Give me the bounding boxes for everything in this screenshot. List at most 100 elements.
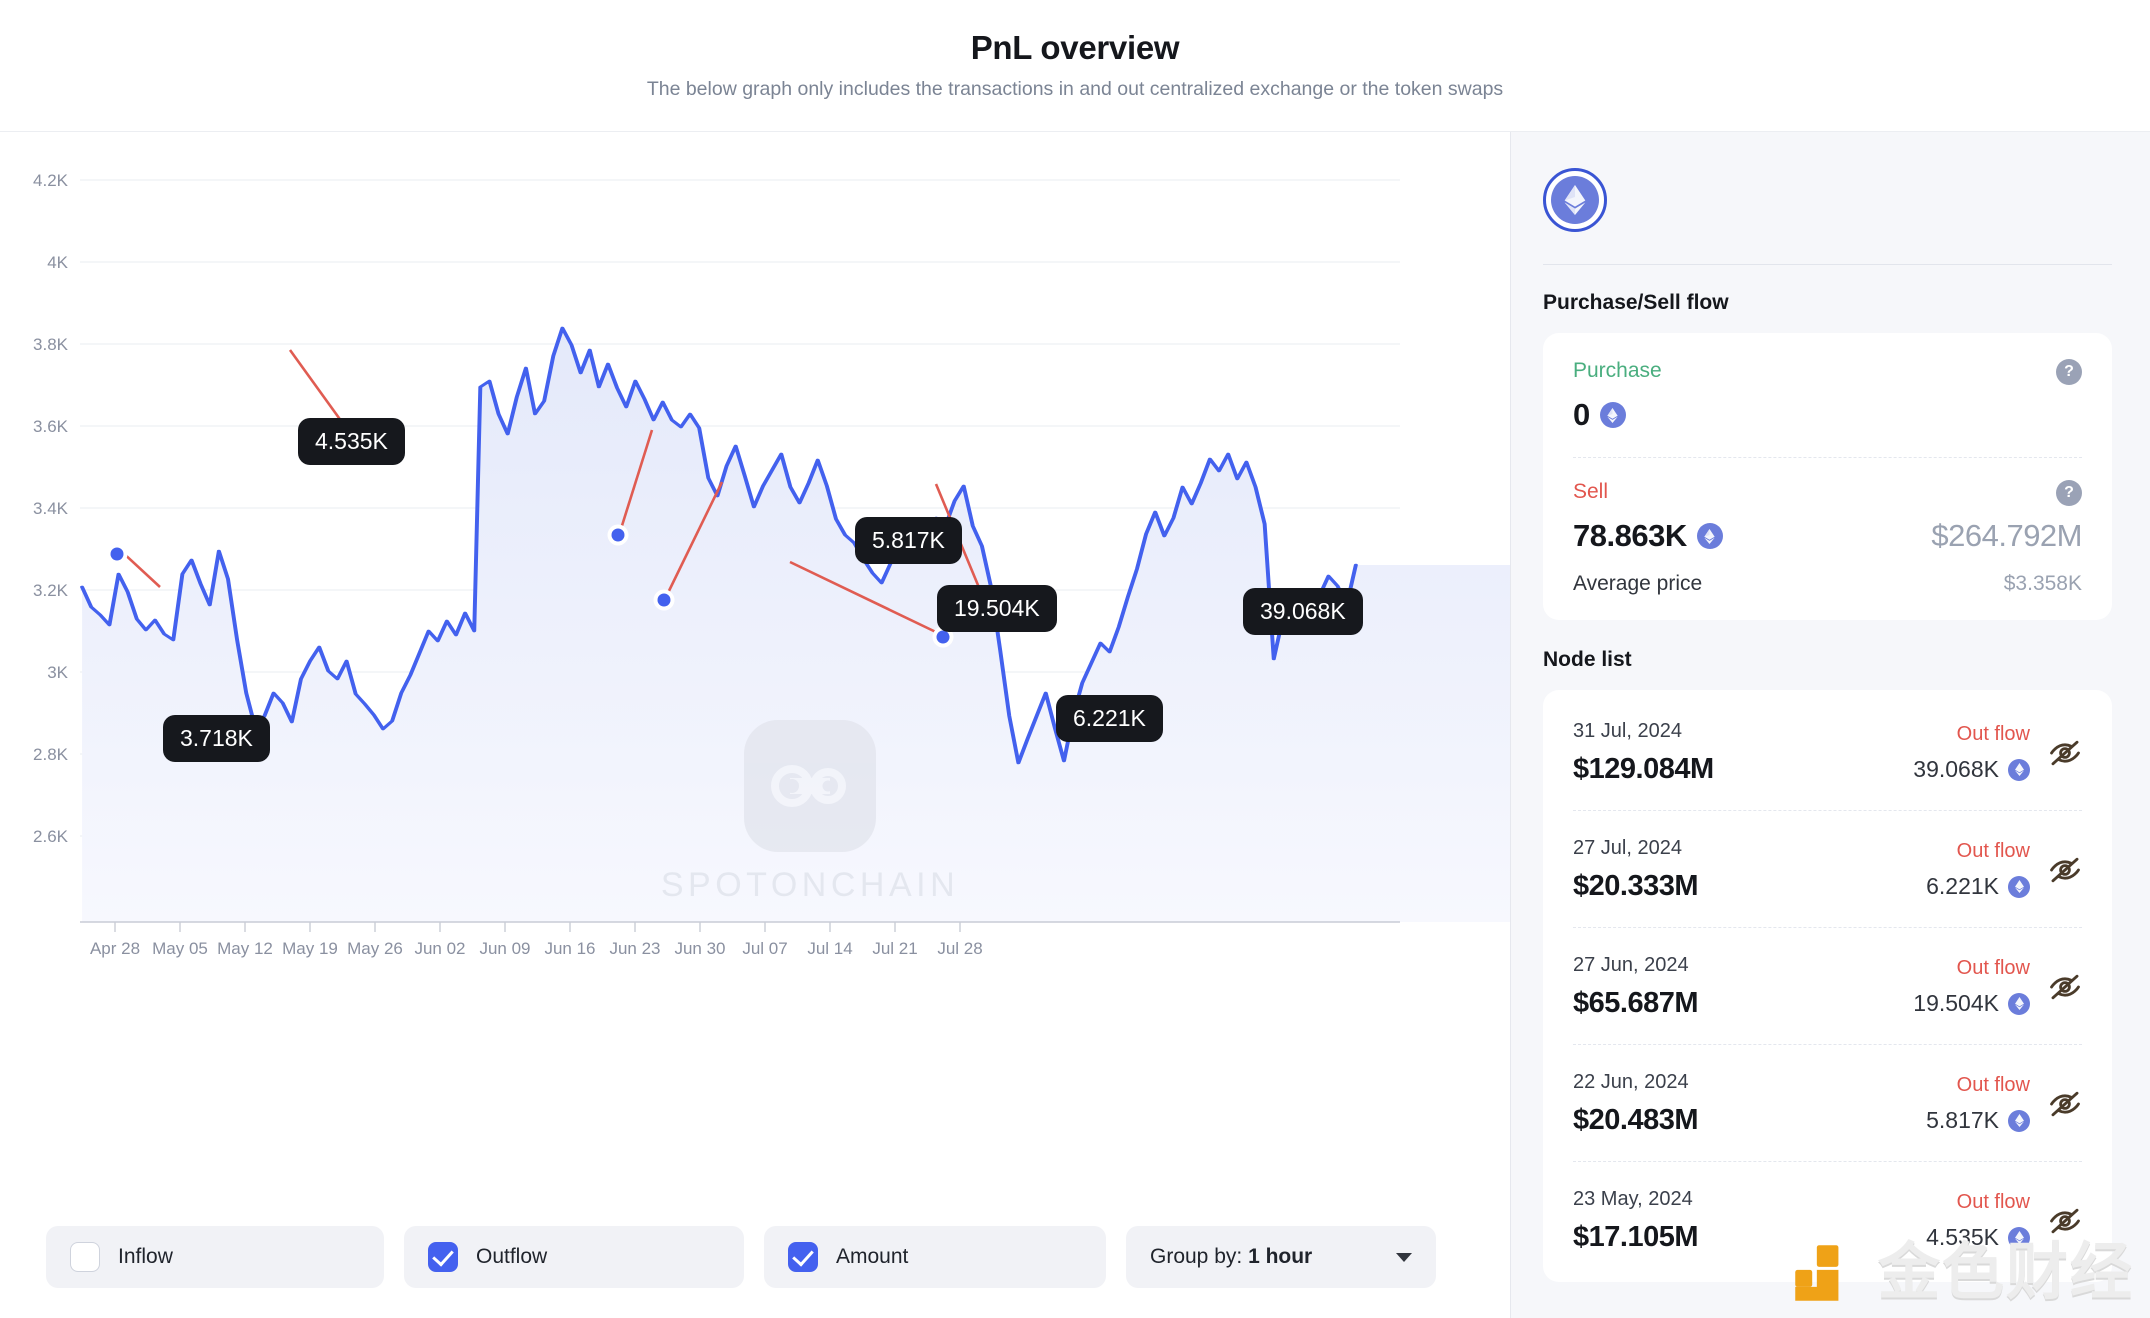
svg-text:3.4K: 3.4K [33,499,69,518]
svg-text:Jun 30: Jun 30 [674,939,725,958]
toggle-amount[interactable]: Amount [764,1226,1106,1288]
node-flow-type: Out flow [1956,723,2030,745]
average-price-label: Average price [1573,572,1703,595]
chart-annotation-tooltip-6221k[interactable]: 6.221K [1056,695,1163,742]
chart-annotation-tooltip-4535k[interactable]: 4.535K [298,418,405,465]
list-item[interactable]: 22 Jun, 2024 $20.483M Out flow 5.817K [1573,1045,2082,1162]
page-header: PnL overview The below graph only includ… [0,0,2150,132]
page-subtitle: The below graph only includes the transa… [646,78,1504,101]
panel-divider [1543,264,2112,265]
svg-text:2.8K: 2.8K [33,745,69,764]
node-usd: $20.333M [1573,870,1699,902]
svg-text:Jul 07: Jul 07 [742,939,787,958]
node-date: 27 Jul, 2024 [1573,837,1682,859]
sell-usd: $264.792M [1931,518,2082,553]
card-divider [1573,457,2082,458]
ethereum-icon [2008,1109,2030,1132]
chart-annotation-tooltip-5817k[interactable]: 5.817K [855,517,962,564]
ethereum-icon [2008,992,2030,1015]
node-eth-amount: 19.504K [1913,990,1999,1016]
list-item[interactable]: 27 Jun, 2024 $65.687M Out flow 19.504K [1573,928,2082,1045]
purchase-label: Purchase [1573,359,1662,382]
ethereum-icon [2008,875,2030,898]
node-eth-amount: 39.068K [1913,756,1999,782]
svg-text:May 19: May 19 [282,939,338,958]
amount-checkbox[interactable] [788,1242,818,1272]
purchase-sell-flow-card: Purchase ? 0 Sell ? 78.863K $264.792M Av… [1543,333,2112,620]
node-date: 22 Jun, 2024 [1573,1071,1689,1093]
side-panel: Purchase/Sell flow Purchase ? 0 Sell ? 7… [1510,132,2150,1318]
node-date: 27 Jun, 2024 [1573,954,1689,976]
svg-text:Jul 21: Jul 21 [872,939,917,958]
node-date: 23 May, 2024 [1573,1188,1693,1210]
sell-help-icon[interactable]: ? [2056,480,2082,506]
node-list: 31 Jul, 2024 $129.084M Out flow 39.068K [1543,690,2112,1282]
chart-annotation-tooltip-3718k[interactable]: 3.718K [163,715,270,762]
chevron-down-icon[interactable] [1396,1252,1412,1262]
node-eth-amount: 5.817K [1926,1107,1999,1133]
svg-text:3.8K: 3.8K [33,335,69,354]
purchase-sell-flow-title: Purchase/Sell flow [1543,291,1729,314]
chart-x-axis-labels: Apr 28 May 05 May 12 May 19 May 26 Jun 0… [90,939,983,958]
page-title: PnL overview [970,28,1180,66]
group-by-dropdown[interactable]: Group by: 1 hour [1126,1226,1436,1288]
eye-off-icon[interactable] [2048,1204,2082,1238]
svg-text:Jun 16: Jun 16 [544,939,595,958]
node-flow-type: Out flow [1956,957,2030,979]
node-flow-type: Out flow [1956,1191,2030,1213]
node-flow-type: Out flow [1956,840,2030,862]
node-usd: $20.483M [1573,1104,1699,1136]
svg-text:3.6K: 3.6K [33,417,69,436]
purchase-row: Purchase ? 0 [1573,359,2082,433]
purchase-help-icon[interactable]: ? [2056,359,2082,385]
node-usd: $129.084M [1573,753,1714,785]
svg-text:May 26: May 26 [347,939,403,958]
group-by-value: 1 hour [1248,1245,1313,1268]
ethereum-icon [2008,758,2030,781]
chart-x-ticks [114,922,961,932]
svg-text:3.2K: 3.2K [33,581,69,600]
pnl-line-chart[interactable]: 4.2K 4K 3.8K 3.6K 3.4K 3.2K 3K 2.8K 2.6K [0,132,1510,1222]
inflow-label: Inflow [118,1245,173,1268]
jinse-finance-text: 金色财经 [1877,1238,2134,1307]
svg-text:May 12: May 12 [217,939,273,958]
svg-text:Jul 14: Jul 14 [807,939,852,958]
purchase-amount: 0 [1573,397,1590,432]
list-item[interactable]: 31 Jul, 2024 $129.084M Out flow 39.068K [1573,694,2082,811]
page-body: 4.2K 4K 3.8K 3.6K 3.4K 3.2K 3K 2.8K 2.6K [0,132,2150,1318]
node-date: 31 Jul, 2024 [1573,720,1682,742]
svg-text:4.2K: 4.2K [33,171,69,190]
inflow-checkbox[interactable] [70,1242,100,1272]
node-usd: $65.687M [1573,987,1699,1019]
jinse-finance-watermark: 金色财经 [1786,1236,2134,1310]
node-list-title: Node list [1543,648,1632,671]
outflow-checkbox[interactable] [428,1242,458,1272]
chart-controls: Inflow Outflow Amount Group by: 1 hour [0,1222,1510,1318]
ethereum-icon [1696,523,1723,549]
chart-annotation-tooltip-39068k[interactable]: 39.068K [1243,588,1363,635]
toggle-inflow[interactable]: Inflow [46,1226,384,1288]
average-price-value: $3.358K [2003,572,2082,595]
chart-annotation-tooltip-19504k[interactable]: 19.504K [937,585,1057,632]
svg-text:Jun 23: Jun 23 [609,939,660,958]
svg-text:Apr 28: Apr 28 [90,939,140,958]
sell-label: Sell [1573,480,1609,503]
svg-text:Jul 28: Jul 28 [937,939,982,958]
chart-section: 4.2K 4K 3.8K 3.6K 3.4K 3.2K 3K 2.8K 2.6K [0,132,1510,1318]
eye-off-icon[interactable] [2048,736,2082,770]
ethereum-token-icon[interactable] [1543,168,1607,232]
sell-row: Sell ? 78.863K $264.792M Average price $… [1573,480,2082,596]
eye-off-icon[interactable] [2048,1087,2082,1121]
jinse-logo-icon [1795,1245,1839,1301]
eye-off-icon[interactable] [2048,853,2082,887]
node-eth-amount: 6.221K [1926,873,1999,899]
ethereum-icon [1599,402,1626,428]
chart-canvas[interactable]: 4.2K 4K 3.8K 3.6K 3.4K 3.2K 3K 2.8K 2.6K [0,132,1510,1222]
node-flow-type: Out flow [1956,1074,2030,1096]
list-item[interactable]: 27 Jul, 2024 $20.333M Out flow 6.221K [1573,811,2082,928]
toggle-outflow[interactable]: Outflow [404,1226,744,1288]
svg-text:Jun 09: Jun 09 [479,939,530,958]
eye-off-icon[interactable] [2048,970,2082,1004]
svg-text:Jun 02: Jun 02 [414,939,465,958]
sell-amount: 78.863K [1573,518,1687,553]
